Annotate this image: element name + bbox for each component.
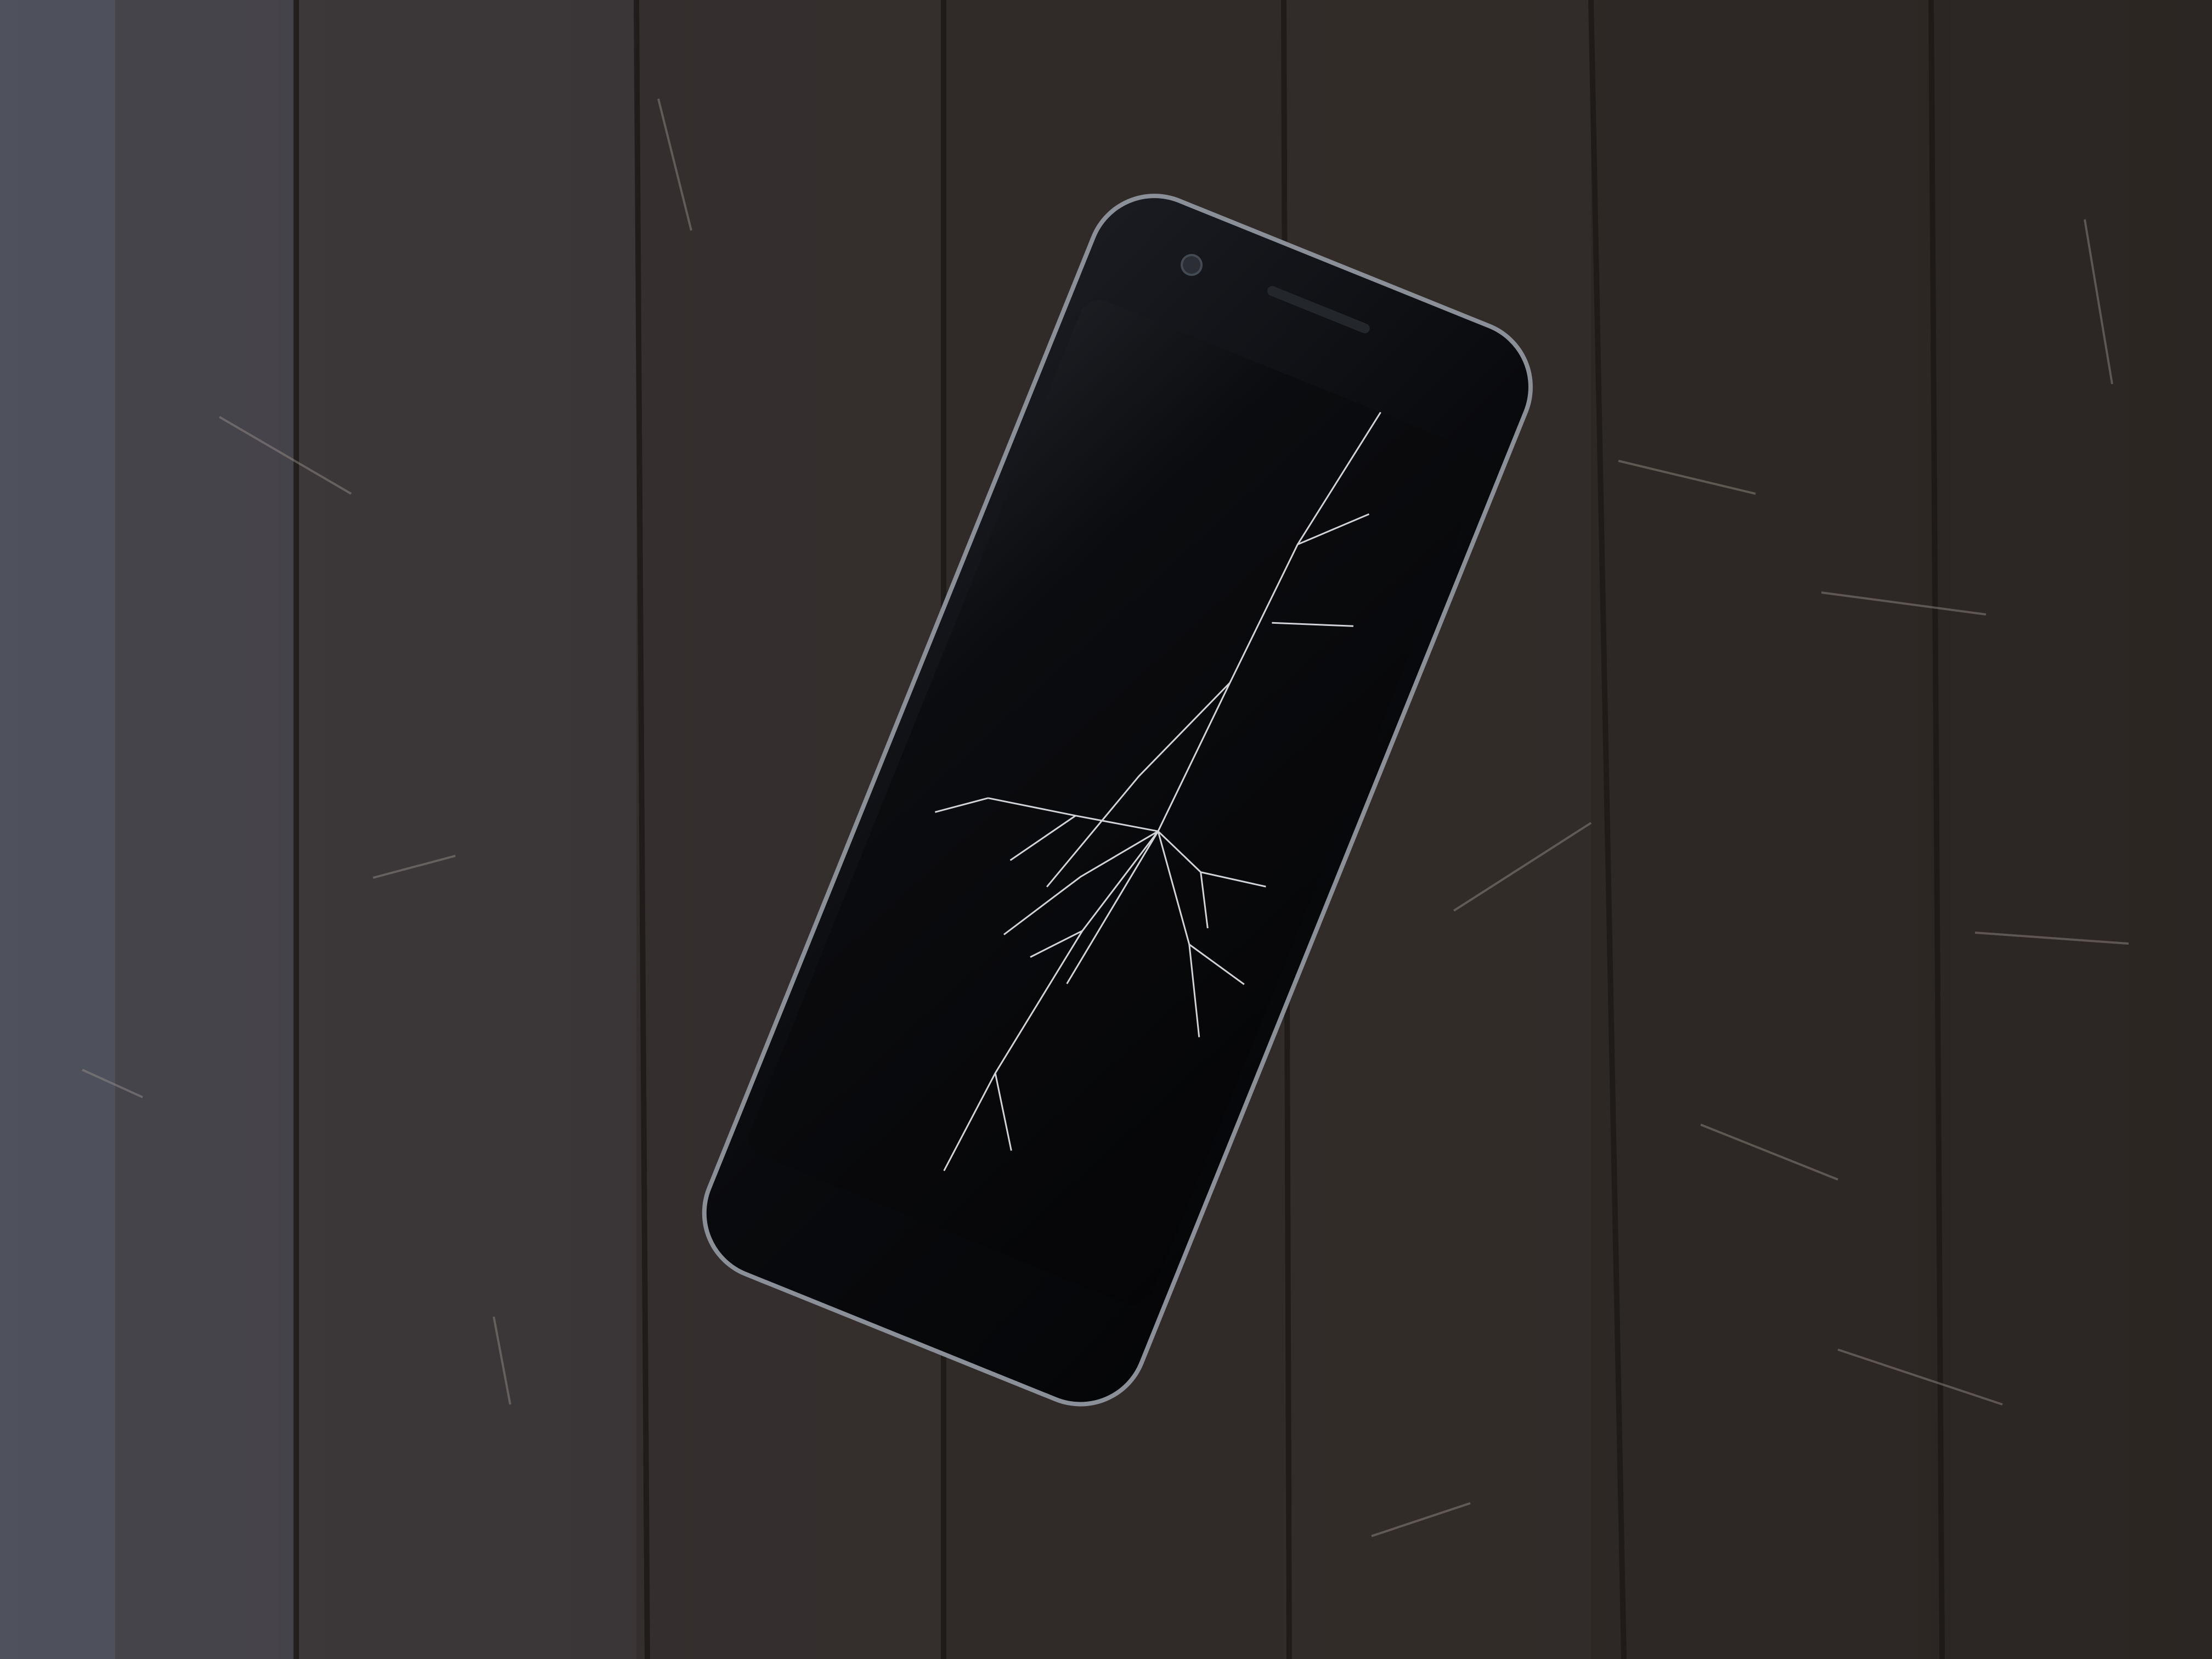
scene-svg: [0, 0, 2212, 1659]
photo-scene: [0, 0, 2212, 1659]
